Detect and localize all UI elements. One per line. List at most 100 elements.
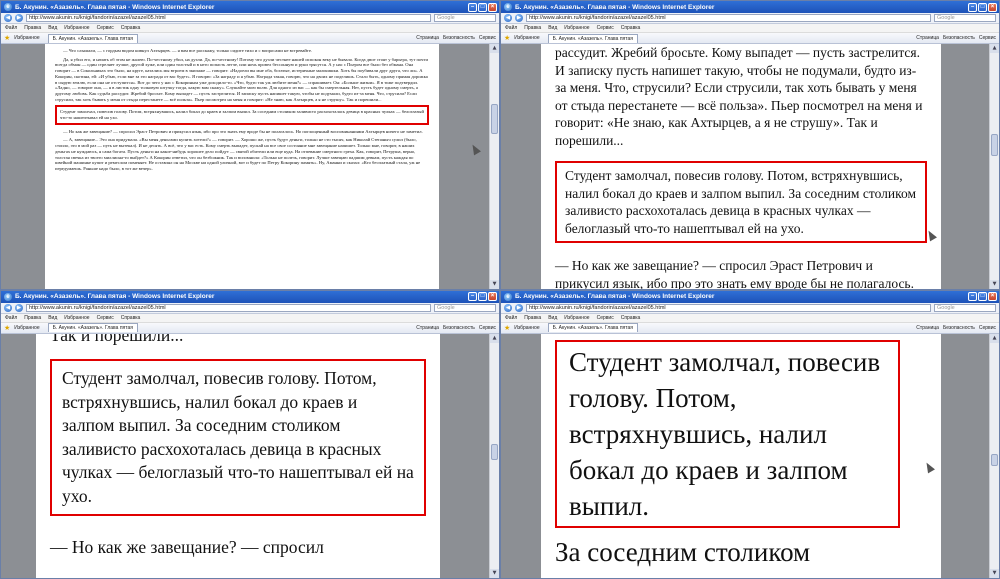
menu-favorites[interactable]: Избранное	[564, 315, 589, 321]
forward-arrow-icon[interactable]: ▶	[15, 14, 23, 22]
scroll-down-arrow-icon[interactable]: ▼	[490, 569, 499, 578]
service-menu[interactable]: Сервис	[979, 35, 996, 41]
menu-help[interactable]: Справка	[621, 25, 641, 31]
browser-window-zoom-300: e Б. Акунин. «Азазель». Глава пятая - Wi…	[0, 289, 500, 579]
scroll-down-arrow-icon[interactable]: ▼	[990, 279, 999, 289]
favorites-star-icon[interactable]: ★	[504, 324, 510, 332]
maximize-button[interactable]: □	[978, 2, 987, 12]
close-button[interactable]: ×	[988, 2, 997, 12]
menu-view[interactable]: Вид	[48, 315, 57, 321]
favorites-label[interactable]: Избранное	[514, 325, 539, 331]
menu-file[interactable]: Файл	[505, 25, 517, 31]
service-menu[interactable]: Сервис	[479, 325, 496, 331]
scroll-up-arrow-icon[interactable]: ▲	[490, 333, 499, 343]
ie-logo-icon: e	[504, 3, 512, 11]
back-arrow-icon[interactable]: ◀	[4, 303, 12, 312]
back-arrow-icon[interactable]: ◀	[4, 14, 12, 22]
safety-menu[interactable]: Безопасность	[443, 35, 475, 41]
close-button[interactable]: ×	[488, 292, 497, 301]
url-input[interactable]: http://www.akunin.ru/knigi/fandorin/azaz…	[526, 303, 931, 312]
vertical-scrollbar[interactable]: ▲ ▼	[489, 333, 499, 578]
search-input[interactable]: Google	[434, 14, 496, 22]
scroll-up-arrow-icon[interactable]: ▲	[490, 44, 499, 53]
scroll-thumb[interactable]	[991, 134, 998, 156]
menu-edit[interactable]: Правка	[24, 25, 41, 31]
menu-edit[interactable]: Правка	[24, 315, 41, 321]
scroll-up-arrow-icon[interactable]: ▲	[990, 333, 999, 343]
maximize-button[interactable]: □	[478, 2, 487, 12]
minimize-button[interactable]: –	[968, 292, 977, 301]
menu-view[interactable]: Вид	[548, 315, 557, 321]
vertical-scrollbar[interactable]: ▲ ▼	[989, 333, 999, 578]
menu-favorites[interactable]: Избранное	[64, 25, 89, 31]
article-page: Студент замолчал, повесив голову. Потом,…	[541, 333, 941, 578]
favorites-label[interactable]: Избранное	[514, 35, 539, 41]
favorites-label[interactable]: Избранное	[14, 325, 39, 331]
favorites-bar: ★ Избранное Б. Акунин. «Азазель». Глава …	[501, 322, 999, 334]
close-button[interactable]: ×	[988, 292, 997, 301]
minimize-button[interactable]: –	[468, 2, 477, 12]
page-menu[interactable]: Страница	[916, 35, 939, 41]
menu-file[interactable]: Файл	[505, 315, 517, 321]
menu-help[interactable]: Справка	[621, 315, 641, 321]
back-arrow-icon[interactable]: ◀	[504, 14, 512, 22]
paragraph: рассудит. Жребий бросьте. Кому выпадет —…	[555, 45, 923, 148]
service-menu[interactable]: Сервис	[479, 35, 496, 41]
scroll-up-arrow-icon[interactable]: ▲	[990, 44, 999, 53]
page-menu[interactable]: Страница	[416, 325, 439, 331]
scroll-thumb[interactable]	[491, 104, 498, 134]
menu-edit[interactable]: Правка	[524, 25, 541, 31]
close-button[interactable]: ×	[488, 2, 497, 12]
safety-menu[interactable]: Безопасность	[943, 325, 975, 331]
menu-tools[interactable]: Сервис	[97, 315, 114, 321]
search-input[interactable]: Google	[934, 303, 996, 312]
url-input[interactable]: http://www.akunin.ru/knigi/fandorin/azaz…	[26, 303, 431, 312]
menu-tools[interactable]: Сервис	[97, 25, 114, 31]
menu-favorites[interactable]: Избранное	[564, 25, 589, 31]
menu-help[interactable]: Справка	[121, 315, 141, 321]
safety-menu[interactable]: Безопасность	[443, 325, 475, 331]
favorites-star-icon[interactable]: ★	[4, 34, 10, 42]
vertical-scrollbar[interactable]: ▲ ▼	[989, 44, 999, 289]
menu-file[interactable]: Файл	[5, 25, 17, 31]
menu-help[interactable]: Справка	[121, 25, 141, 31]
scroll-thumb[interactable]	[991, 453, 998, 466]
tab-current[interactable]: Б. Акунин. «Азазель». Глава пятая	[47, 323, 138, 332]
maximize-button[interactable]: □	[978, 292, 987, 301]
page-menu[interactable]: Страница	[916, 325, 939, 331]
favorites-label[interactable]: Избранное	[14, 35, 39, 41]
vertical-scrollbar[interactable]: ▲ ▼	[489, 44, 499, 289]
minimize-button[interactable]: –	[968, 2, 977, 12]
menu-file[interactable]: Файл	[5, 315, 17, 321]
menu-favorites[interactable]: Избранное	[64, 315, 89, 321]
scroll-down-arrow-icon[interactable]: ▼	[990, 569, 999, 578]
url-input[interactable]: http://www.akunin.ru/knigi/fandorin/azaz…	[526, 14, 931, 22]
minimize-button[interactable]: –	[468, 292, 477, 301]
favorites-star-icon[interactable]: ★	[4, 324, 10, 332]
url-input[interactable]: http://www.akunin.ru/knigi/fandorin/azaz…	[26, 14, 431, 22]
menu-tools[interactable]: Сервис	[597, 315, 614, 321]
forward-arrow-icon[interactable]: ▶	[515, 303, 523, 312]
scroll-thumb[interactable]	[491, 443, 498, 460]
search-input[interactable]: Google	[434, 303, 496, 312]
favorites-star-icon[interactable]: ★	[504, 34, 510, 42]
menu-view[interactable]: Вид	[48, 25, 57, 31]
safety-menu[interactable]: Безопасность	[943, 35, 975, 41]
back-arrow-icon[interactable]: ◀	[504, 303, 512, 312]
menu-bar: Файл Правка Вид Избранное Сервис Справка	[1, 24, 499, 33]
ie-logo-icon: e	[4, 292, 12, 301]
menu-tools[interactable]: Сервис	[597, 25, 614, 31]
menu-edit[interactable]: Правка	[524, 315, 541, 321]
search-input[interactable]: Google	[934, 14, 996, 22]
forward-arrow-icon[interactable]: ▶	[515, 14, 523, 22]
scroll-down-arrow-icon[interactable]: ▼	[490, 279, 499, 289]
service-menu[interactable]: Сервис	[979, 325, 996, 331]
tab-current[interactable]: Б. Акунин. «Азазель». Глава пятая	[547, 33, 638, 43]
tab-current[interactable]: Б. Акунин. «Азазель». Глава пятая	[47, 33, 138, 43]
tab-current[interactable]: Б. Акунин. «Азазель». Глава пятая	[547, 323, 638, 332]
page-menu[interactable]: Страница	[416, 35, 439, 41]
menu-view[interactable]: Вид	[548, 25, 557, 31]
highlighted-paragraph: Студент замолчал, повесив голову. Потом,…	[555, 161, 927, 243]
forward-arrow-icon[interactable]: ▶	[15, 303, 23, 312]
maximize-button[interactable]: □	[478, 292, 487, 301]
